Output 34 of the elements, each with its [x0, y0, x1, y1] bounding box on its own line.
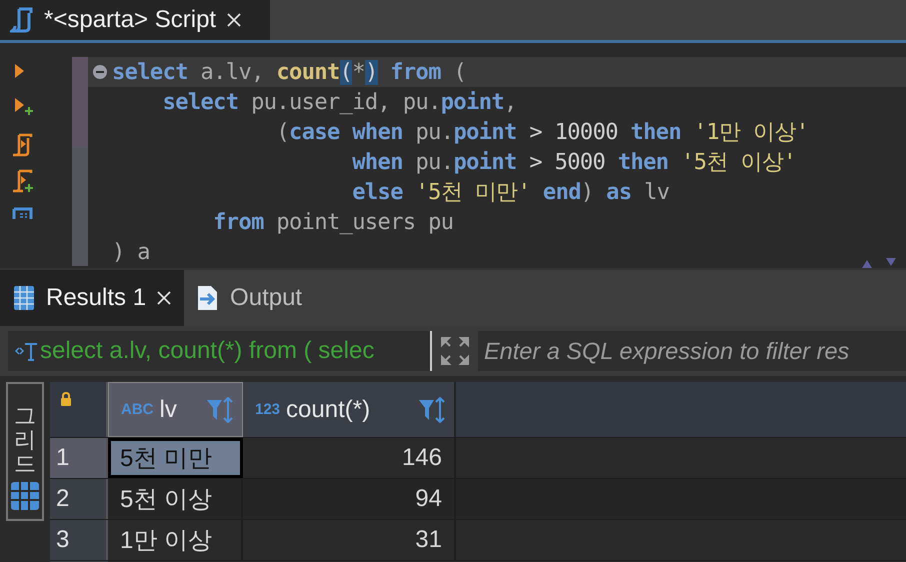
script-run-icon[interactable]	[11, 133, 35, 157]
type-label: ABC	[121, 401, 154, 418]
editor-tab[interactable]: *<sparta> Script	[0, 0, 270, 40]
grid-view-tab[interactable]: 그리드	[6, 382, 44, 521]
collapse-icon[interactable]	[92, 64, 108, 80]
row-number[interactable]: 3	[50, 520, 108, 560]
code-line: ) a	[112, 240, 150, 264]
lock-icon	[60, 392, 72, 406]
row-number[interactable]: 1	[50, 438, 108, 478]
type-label: 123	[255, 401, 280, 418]
filter-field[interactable]: Enter a SQL expression to filter res	[478, 331, 906, 371]
row-number[interactable]: 2	[50, 479, 108, 519]
grid-icon	[10, 480, 40, 511]
code-line: else '5천 미만' end) as lv	[351, 179, 670, 207]
code-line: select a.lv, count(*) from (	[112, 60, 466, 84]
column-header[interactable]: ABC lv	[108, 382, 243, 437]
filter-sort-icon[interactable]	[418, 396, 446, 422]
close-icon[interactable]	[226, 12, 242, 28]
expand-icon[interactable]	[440, 336, 470, 366]
code-line: (case when pu.point > 10000 then '1만 이상'	[275, 119, 809, 147]
code-line: select pu.user_id, pu.point,	[162, 90, 517, 114]
table-cell: 5천 미만	[108, 438, 243, 478]
script-icon	[10, 7, 34, 33]
script-add-icon[interactable]	[11, 169, 35, 193]
sql-text-icon	[14, 341, 38, 361]
code-line: when pu.point > 5000 then '5천 이상'	[351, 149, 796, 177]
results-tab[interactable]: Results 1	[0, 270, 184, 326]
query-field[interactable]: select a.lv, count(*) from ( selec	[8, 331, 432, 371]
results-tab[interactable]: Output	[184, 270, 314, 326]
close-icon[interactable]	[156, 290, 172, 306]
table-icon	[12, 285, 36, 311]
column-header[interactable]: 123 count(*)	[243, 382, 456, 437]
code-line: from point_users pu	[212, 210, 454, 234]
script-list-icon[interactable]	[11, 205, 35, 219]
